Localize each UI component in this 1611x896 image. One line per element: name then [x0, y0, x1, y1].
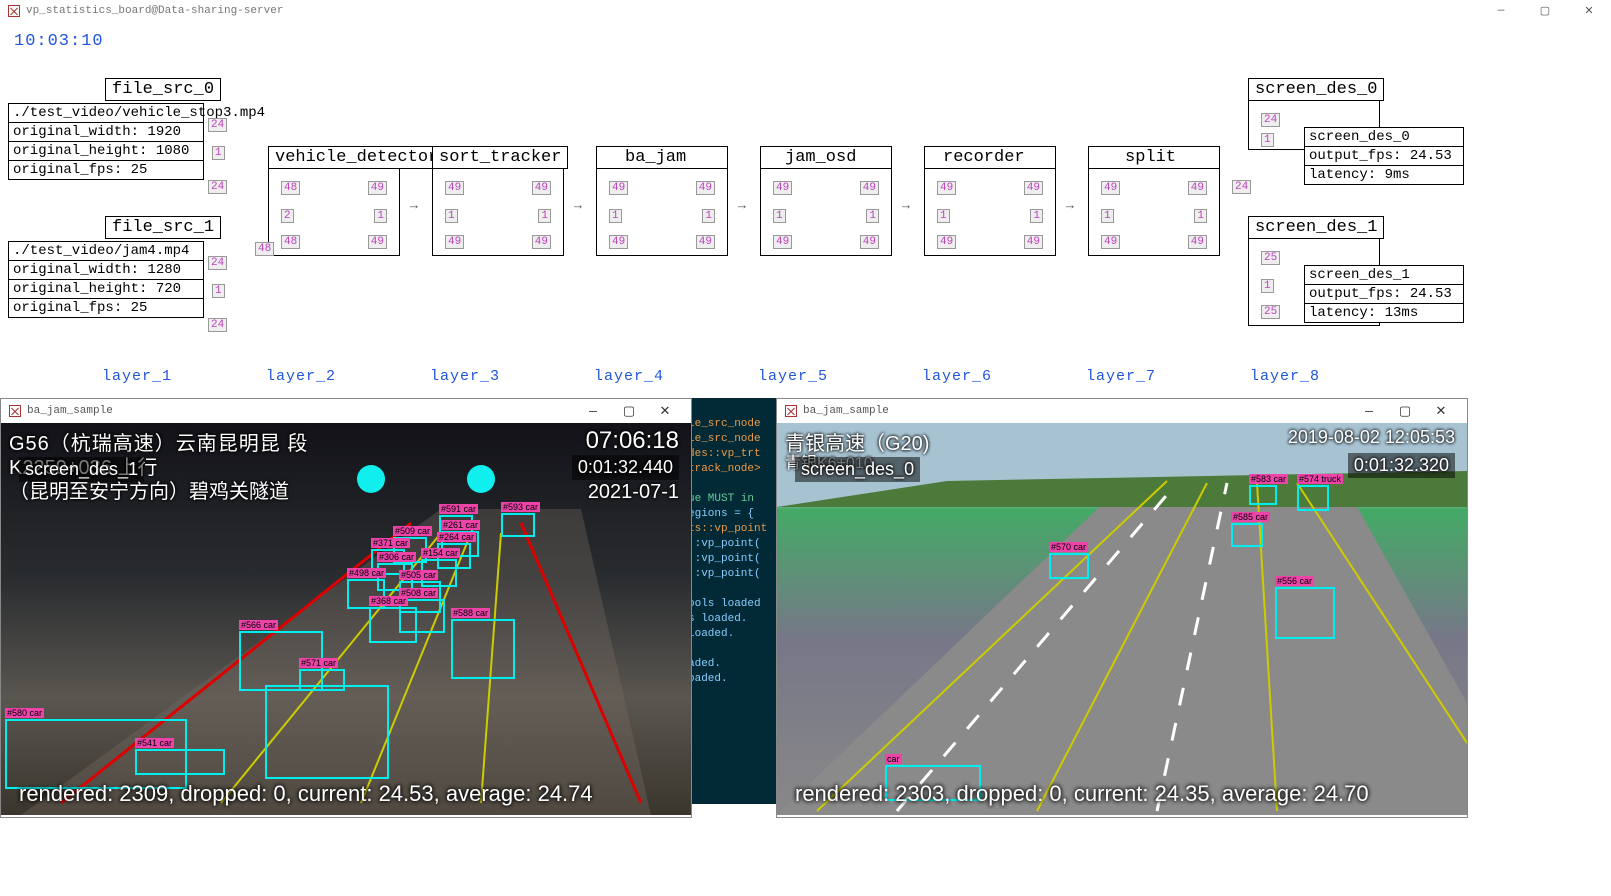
- layer-label: layer_2: [266, 368, 336, 385]
- app-icon: [785, 405, 797, 417]
- minimize-button[interactable]: —: [1479, 0, 1523, 22]
- video-titlebar[interactable]: ba_jam_sample — ▢ ✕: [1, 399, 691, 423]
- layer-label: layer_5: [758, 368, 828, 385]
- stream-id: screen_des_1: [19, 457, 144, 482]
- window-title: vp_statistics_board@Data-sharing-server: [26, 5, 283, 17]
- node-file-src-0: file_src_0: [105, 78, 221, 101]
- close-button[interactable]: ✕: [647, 404, 683, 419]
- detection-box: [1297, 485, 1329, 511]
- close-button[interactable]: ✕: [1567, 0, 1611, 22]
- layer-label: layer_1: [102, 368, 172, 385]
- node-title: file_src_0: [105, 78, 221, 101]
- stream-id: screen_des_0: [795, 457, 920, 482]
- main-titlebar: vp_statistics_board@Data-sharing-server: [0, 0, 1611, 22]
- camera-clock: 07:06:18: [586, 427, 679, 455]
- detection-label: #541 car: [135, 738, 174, 748]
- video-window-left[interactable]: ba_jam_sample — ▢ ✕ G56（杭瑞高速）云南昆明昆 段 K22…: [0, 398, 692, 818]
- window-controls: — ▢ ✕: [1479, 0, 1611, 22]
- node-sort-tracker: sort_tracker 49 49 1 1 49 49: [432, 146, 568, 256]
- video-window-right[interactable]: ba_jam_sample — ▢ ✕ 青银高速（G20) 青银K6+010 s…: [776, 398, 1468, 818]
- detection-label: #580 car: [5, 708, 44, 718]
- node-screen-des-1-props: screen_des_1 output_fps: 24.53 latency: …: [1304, 266, 1464, 323]
- layer-label: layer_6: [922, 368, 992, 385]
- node-file-src-1: file_src_1: [105, 216, 221, 239]
- video-titlebar[interactable]: ba_jam_sample — ▢ ✕: [777, 399, 1467, 423]
- maximize-button[interactable]: ▢: [1387, 404, 1423, 419]
- elapsed-time: 10:03:10: [0, 24, 104, 51]
- detection-label: #261 car: [441, 520, 480, 530]
- node-file-src-0-props: ./test_video/vehicle_stop3.mp4 original_…: [8, 104, 204, 180]
- detection-label: car: [885, 754, 902, 764]
- maximize-button[interactable]: ▢: [611, 404, 647, 419]
- node-screen-des-0-props: screen_des_0 output_fps: 24.53 latency: …: [1304, 128, 1464, 185]
- layer-label: layer_3: [430, 368, 500, 385]
- detection-label: #306 car: [377, 552, 416, 562]
- detection-label: #505 car: [399, 570, 438, 580]
- video-frame-right: 青银高速（G20) 青银K6+010 screen_des_0 2019-08-…: [777, 423, 1467, 815]
- detection-label: #368 car: [369, 596, 408, 606]
- video-window-title: ba_jam_sample: [27, 405, 113, 417]
- detection-box: [501, 513, 535, 537]
- close-button[interactable]: ✕: [1423, 404, 1459, 419]
- detection-label: #574 truck: [1297, 474, 1343, 484]
- camera-date: 2021-07-1: [588, 481, 679, 504]
- minimize-button[interactable]: —: [575, 404, 611, 419]
- layer-label: layer_8: [1250, 368, 1320, 385]
- video-window-title: ba_jam_sample: [803, 405, 889, 417]
- layer-label: layer_7: [1086, 368, 1156, 385]
- minimize-button[interactable]: —: [1351, 404, 1387, 419]
- detection-box: [1249, 485, 1277, 505]
- node-split: split 49 49 1 1 49 49: [1088, 146, 1220, 256]
- video-frame-left: G56（杭瑞高速）云南昆明昆 段 K2259+036 上行 （昆明至安宁方向）碧…: [1, 423, 691, 815]
- node-vehicle-detector: vehicle_detector 48 49 2 1 48 49: [268, 146, 445, 256]
- detection-label: #591 car: [439, 504, 478, 514]
- maximize-button[interactable]: ▢: [1523, 0, 1567, 22]
- node-jam-osd: jam_osd 49 49 1 1 49 49: [760, 146, 892, 256]
- app-icon: [9, 405, 21, 417]
- detection-label: #571 car: [299, 658, 338, 668]
- detection-label: #371 car: [371, 538, 410, 548]
- detection-label: #498 car: [347, 568, 386, 578]
- stream-timer: 0:01:32.440: [572, 455, 679, 480]
- render-stats: rendered: 2309, dropped: 0, current: 24.…: [19, 781, 593, 807]
- app-icon: [8, 5, 20, 17]
- pipeline-board: file_src_0 ./test_video/vehicle_stop3.mp…: [0, 58, 1611, 398]
- detection-label: #570 car: [1049, 542, 1088, 552]
- detection-label: #556 car: [1275, 576, 1314, 586]
- detection-box: [451, 619, 515, 679]
- detection-box: [265, 685, 389, 779]
- detection-box: [1049, 553, 1089, 579]
- detection-label: #566 car: [239, 620, 278, 630]
- node-recorder: recorder 49 49 1 1 49 49: [924, 146, 1056, 256]
- node-file-src-1-props: ./test_video/jam4.mp4 original_width: 12…: [8, 242, 204, 318]
- detection-label: #593 car: [501, 502, 540, 512]
- node-body: 48 49 2 1 48 49: [268, 168, 400, 256]
- camera-clock: 2019-08-02 12:05:53: [1288, 427, 1455, 448]
- stream-timer: 0:01:32.320: [1348, 453, 1455, 478]
- node-title: file_src_1: [105, 216, 221, 239]
- detection-label: #583 car: [1249, 474, 1288, 484]
- detection-box: [1275, 587, 1335, 639]
- detection-box: [135, 749, 225, 775]
- detection-box: [369, 607, 417, 643]
- detection-box: [1231, 523, 1263, 547]
- detection-label: #585 car: [1231, 512, 1270, 522]
- background-terminal: le_src_node le_src_node des::vp_trt trac…: [688, 398, 776, 804]
- detection-label: #588 car: [451, 608, 490, 618]
- layer-label: layer_4: [594, 368, 664, 385]
- render-stats: rendered: 2303, dropped: 0, current: 24.…: [795, 781, 1369, 807]
- detection-label: #154 car: [421, 548, 460, 558]
- node-ba-jam: ba_jam 49 49 1 1 49 49: [596, 146, 728, 256]
- detection-label: #509 car: [393, 526, 432, 536]
- detection-label: #264 car: [437, 532, 476, 542]
